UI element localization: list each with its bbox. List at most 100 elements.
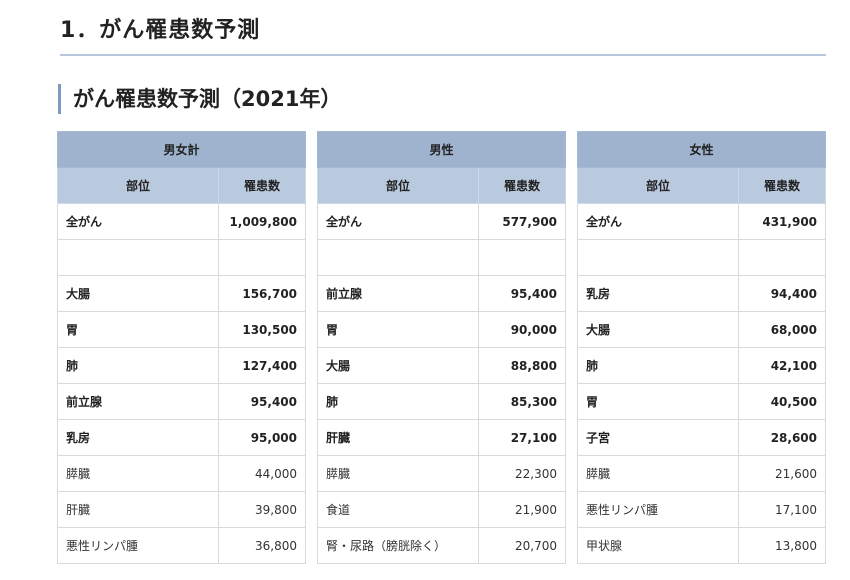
- site-cell: 肝臓: [317, 419, 479, 456]
- count-cell: 21,600: [737, 455, 827, 492]
- site-cell: 乳房: [577, 275, 739, 312]
- table-row: 食道 21,900: [317, 491, 567, 528]
- count-cell: 28,600: [737, 419, 827, 456]
- site-cell: 全がん: [317, 203, 479, 240]
- count-cell: 44,000: [217, 455, 307, 492]
- count-cell: [477, 239, 567, 276]
- table-row: [57, 239, 307, 276]
- table-row: 大腸 88,800: [317, 347, 567, 384]
- table-row: 肺 85,300: [317, 383, 567, 420]
- site-cell: 乳房: [57, 419, 219, 456]
- table-row: 悪性リンパ腫 17,100: [577, 491, 827, 528]
- count-cell: [217, 239, 307, 276]
- table-total: 男女計 部位 罹患数 全がん 1,009,800 大腸 156,700 胃 130,500…: [57, 131, 307, 564]
- site-cell: 悪性リンパ腫: [577, 491, 739, 528]
- site-cell: 胃: [317, 311, 479, 348]
- site-cell: 大腸: [57, 275, 219, 312]
- table-female: 女性 部位 罹患数 全がん 431,900 乳房 94,400 大腸 68,000 肺 42,…: [576, 131, 827, 564]
- table-row: [317, 239, 567, 276]
- site-cell: 前立腺: [317, 275, 479, 312]
- site-cell: 前立腺: [57, 383, 219, 420]
- site-cell: [57, 239, 219, 276]
- table-row: 前立腺 95,400: [57, 383, 307, 420]
- count-cell: 36,800: [217, 527, 307, 564]
- table-row: 肺 127,400: [57, 347, 307, 384]
- table-row: 肝臓 27,100: [317, 419, 567, 456]
- table-row: 全がん 1,009,800: [57, 203, 307, 240]
- site-cell: 大腸: [317, 347, 479, 384]
- site-cell: 肺: [577, 347, 739, 384]
- table-row: 膵臓 21,600: [577, 455, 827, 492]
- table-row: 前立腺 95,400: [317, 275, 567, 312]
- site-cell: 食道: [317, 491, 479, 528]
- table-row: 腎・尿路（膀胱除く） 20,700: [317, 527, 567, 564]
- column-header-count: 罹患数: [217, 167, 307, 204]
- site-cell: [577, 239, 739, 276]
- table-row: 子宮 28,600: [577, 419, 827, 456]
- site-cell: 甲状腺: [577, 527, 739, 564]
- site-cell: 大腸: [577, 311, 739, 348]
- count-cell: 13,800: [737, 527, 827, 564]
- count-cell: 20,700: [477, 527, 567, 564]
- site-cell: 腎・尿路（膀胱除く）: [317, 527, 479, 564]
- count-cell: 130,500: [217, 311, 307, 348]
- site-cell: 全がん: [577, 203, 739, 240]
- page: 1．がん罹患数予測 がん罹患数予測（2021年） 男女計 部位 罹患数 全がん 1…: [0, 0, 850, 580]
- table-row: 全がん 431,900: [577, 203, 827, 240]
- count-cell: 17,100: [737, 491, 827, 528]
- table-title: 男女計: [57, 131, 307, 168]
- table-row: 膵臓 44,000: [57, 455, 307, 492]
- table-title: 男性: [316, 131, 567, 168]
- count-cell: 95,400: [477, 275, 567, 312]
- count-cell: 42,100: [737, 347, 827, 384]
- column-header-count: 罹患数: [477, 167, 567, 204]
- count-cell: 88,800: [477, 347, 567, 384]
- count-cell: 39,800: [217, 491, 307, 528]
- table-row: 胃 130,500: [57, 311, 307, 348]
- table-row: 肺 42,100: [577, 347, 827, 384]
- table-row: 大腸 156,700: [57, 275, 307, 312]
- count-cell: 156,700: [217, 275, 307, 312]
- count-cell: 127,400: [217, 347, 307, 384]
- site-cell: 肺: [317, 383, 479, 420]
- table-row: 乳房 94,400: [577, 275, 827, 312]
- table-row: 甲状腺 13,800: [577, 527, 827, 564]
- count-cell: 90,000: [477, 311, 567, 348]
- table-title: 女性: [576, 131, 827, 168]
- table-row: 胃 40,500: [577, 383, 827, 420]
- count-cell: 577,900: [477, 203, 567, 240]
- count-cell: 95,000: [217, 419, 307, 456]
- count-cell: 1,009,800: [217, 203, 307, 240]
- site-cell: [317, 239, 479, 276]
- count-cell: 27,100: [477, 419, 567, 456]
- site-cell: 全がん: [57, 203, 219, 240]
- table-row: [577, 239, 827, 276]
- tables-container: 男女計 部位 罹患数 全がん 1,009,800 大腸 156,700 胃 130,500…: [57, 131, 827, 580]
- site-cell: 胃: [57, 311, 219, 348]
- site-cell: 子宮: [577, 419, 739, 456]
- column-header-site: 部位: [317, 167, 479, 204]
- count-cell: 21,900: [477, 491, 567, 528]
- table-row: 全がん 577,900: [317, 203, 567, 240]
- count-cell: [737, 239, 827, 276]
- column-header-count: 罹患数: [737, 167, 827, 204]
- table-row: 胃 90,000: [317, 311, 567, 348]
- site-cell: 肺: [57, 347, 219, 384]
- column-header-site: 部位: [57, 167, 219, 204]
- count-cell: 22,300: [477, 455, 567, 492]
- site-cell: 肝臓: [57, 491, 219, 528]
- count-cell: 95,400: [217, 383, 307, 420]
- site-cell: 膵臓: [577, 455, 739, 492]
- site-cell: 膵臓: [317, 455, 479, 492]
- count-cell: 85,300: [477, 383, 567, 420]
- table-row: 乳房 95,000: [57, 419, 307, 456]
- site-cell: 悪性リンパ腫: [57, 527, 219, 564]
- site-cell: 膵臓: [57, 455, 219, 492]
- table-male: 男性 部位 罹患数 全がん 577,900 前立腺 95,400 胃 90,000 大腸 88…: [316, 131, 567, 564]
- table-row: 悪性リンパ腫 36,800: [57, 527, 307, 564]
- subsection-heading: がん罹患数予測（2021年）: [58, 84, 341, 114]
- site-cell: 胃: [577, 383, 739, 420]
- column-header-site: 部位: [577, 167, 739, 204]
- count-cell: 40,500: [737, 383, 827, 420]
- count-cell: 68,000: [737, 311, 827, 348]
